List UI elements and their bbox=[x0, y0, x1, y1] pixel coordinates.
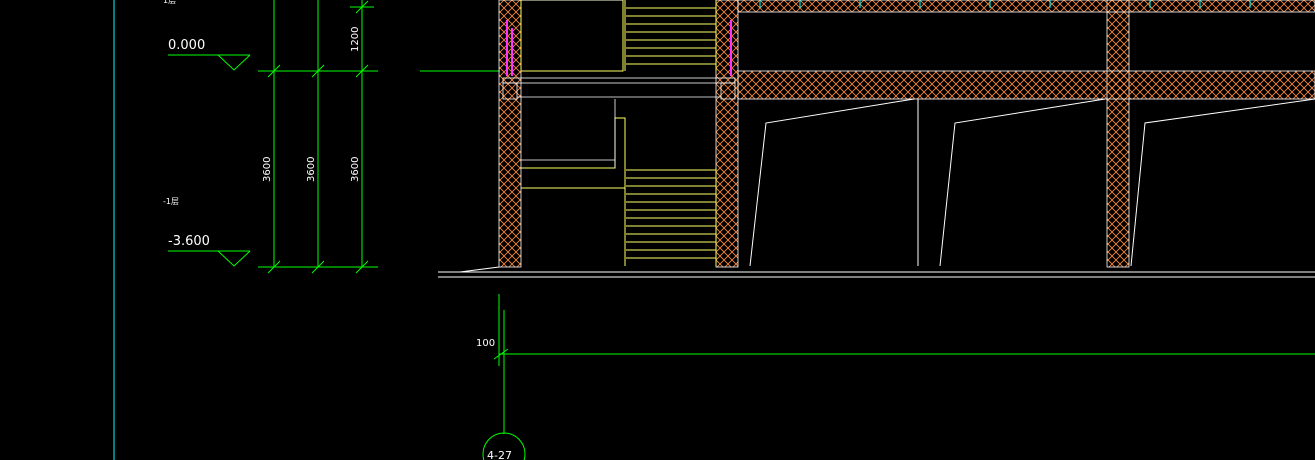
bottom-dimension bbox=[493, 294, 1315, 434]
grid-bubble-label: 4-27 bbox=[487, 449, 512, 460]
dim-chain-a: 3600 bbox=[262, 157, 273, 182]
column-right bbox=[1106, 0, 1130, 268]
roof-slab bbox=[737, 0, 1315, 13]
level-basement-label: -3.600 bbox=[168, 234, 210, 249]
ground-line bbox=[438, 266, 1315, 278]
level-mark-ground: 0.000 bbox=[168, 38, 251, 71]
dim-chain-b: 3600 bbox=[306, 157, 317, 182]
dimension-chains bbox=[258, 0, 500, 274]
level-basement-tag: -1层 bbox=[163, 197, 179, 206]
wall-left bbox=[498, 0, 522, 268]
level-mark-basement: -1层 -3.600 bbox=[163, 197, 251, 267]
stair-landing-slab bbox=[502, 77, 736, 100]
dim-offset: 100 bbox=[476, 338, 495, 349]
floor-slab bbox=[737, 70, 1315, 100]
cad-drawing-canvas[interactable]: 0.000 -1层 -3.600 1层 1200 3600 3600 3600 bbox=[0, 0, 1315, 460]
dim-chain-c: 3600 bbox=[350, 157, 361, 182]
stair-lower bbox=[521, 117, 717, 266]
stair-upper bbox=[520, 0, 717, 72]
column-mid bbox=[715, 0, 739, 268]
level-top-tag: 1层 bbox=[163, 0, 176, 5]
dim-upper-span: 1200 bbox=[350, 27, 361, 52]
garage-doors bbox=[749, 98, 1315, 267]
stair-well-outline bbox=[521, 0, 623, 168]
level-ground-label: 0.000 bbox=[168, 38, 205, 53]
structure bbox=[498, 0, 1315, 268]
